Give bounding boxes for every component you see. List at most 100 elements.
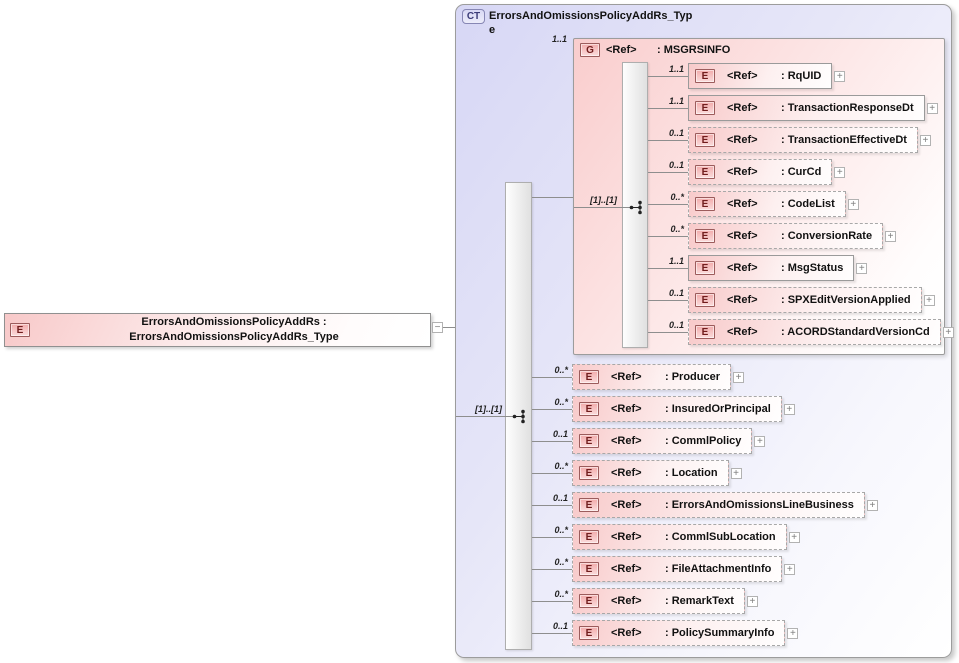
cardinality-label: 0..1: [552, 493, 568, 503]
element-box-commlsublocation[interactable]: E <Ref>: CommlSubLocation: [572, 524, 787, 550]
group-cardinality-label: 1..1: [551, 34, 567, 44]
element-row: E <Ref>: SPXEditVersionApplied +: [688, 287, 935, 313]
element-name-label: : RqUID: [781, 70, 822, 82]
collapse-button[interactable]: −: [432, 322, 443, 333]
complex-type-icon: CT: [462, 9, 485, 24]
element-row: E <Ref>: TransactionEffectiveDt +: [688, 127, 931, 153]
expand-button[interactable]: +: [847, 198, 859, 210]
schema-diagram-canvas: CT ErrorsAndOmissionsPolicyAddRs_Type E …: [0, 0, 959, 663]
element-box-acordstandardversioncd[interactable]: E <Ref>: ACORDStandardVersionCd: [688, 319, 941, 345]
expand-button[interactable]: +: [923, 294, 935, 306]
element-icon: E: [695, 197, 715, 211]
element-box-transactioneffectivedt[interactable]: E <Ref>: TransactionEffectiveDt: [688, 127, 918, 153]
connector-line: [532, 569, 572, 570]
element-icon: E: [695, 261, 715, 275]
element-ref-label: <Ref>: [611, 499, 642, 511]
cardinality-label: 0..1: [668, 320, 684, 330]
cardinality-label: 0..*: [670, 224, 684, 234]
cardinality-label: 0..*: [554, 461, 568, 471]
element-box-rquid[interactable]: E <Ref> : RqUID: [688, 63, 833, 89]
element-icon: E: [695, 101, 715, 115]
connector-line: [532, 409, 572, 410]
element-row: E <Ref>: ACORDStandardVersionCd +: [688, 319, 954, 345]
expand-button[interactable]: +: [784, 563, 796, 575]
element-ref-label: <Ref>: [727, 262, 758, 274]
element-box-transactionresponsedt[interactable]: E <Ref>: TransactionResponseDt: [688, 95, 925, 121]
connector-line: [648, 268, 688, 269]
expand-button[interactable]: +: [919, 134, 931, 146]
cardinality-label: 0..*: [554, 365, 568, 375]
element-ref-label: <Ref>: [611, 435, 642, 447]
sequence-cardinality-label: [1]..[1]: [590, 195, 617, 205]
element-name-label: : ErrorsAndOmissionsLineBusiness: [665, 499, 854, 511]
expand-button[interactable]: +: [754, 435, 766, 447]
connector-line: [648, 172, 688, 173]
expand-button[interactable]: +: [885, 230, 897, 242]
expand-button[interactable]: +: [746, 595, 758, 607]
expand-button[interactable]: +: [942, 326, 954, 338]
cardinality-label: 0..*: [554, 557, 568, 567]
element-box-spxeditversionapplied[interactable]: E <Ref>: SPXEditVersionApplied: [688, 287, 922, 313]
element-row: E <Ref>: RemarkText +: [572, 588, 758, 614]
element-box-location[interactable]: E <Ref>: Location: [572, 460, 729, 486]
expand-button[interactable]: +: [926, 102, 938, 114]
element-name-label: : InsuredOrPrincipal: [665, 403, 771, 415]
connector-line: [532, 441, 572, 442]
element-icon: E: [579, 626, 599, 640]
element-icon: E: [579, 434, 599, 448]
element-name-label: : PolicySummaryInfo: [665, 627, 775, 639]
element-box-policysummaryinfo[interactable]: E <Ref> : PolicySummaryInfo: [572, 620, 786, 646]
element-name-label: : CommlPolicy: [665, 435, 742, 447]
expand-button[interactable]: +: [733, 371, 745, 383]
cardinality-label: 0..1: [668, 128, 684, 138]
expand-button[interactable]: +: [730, 467, 742, 479]
element-row: E <Ref>: TransactionResponseDt +: [688, 95, 938, 121]
connector-line: [648, 300, 688, 301]
connector-line: [532, 633, 572, 634]
element-row: E <Ref>: ConversionRate +: [688, 223, 897, 249]
expand-button[interactable]: +: [866, 499, 878, 511]
cardinality-label: 0..*: [554, 589, 568, 599]
element-box-remarktext[interactable]: E <Ref>: RemarkText: [572, 588, 745, 614]
element-icon: E: [579, 402, 599, 416]
connector-line: [648, 108, 688, 109]
element-ref-label: <Ref>: [727, 70, 758, 82]
element-row: E <Ref>: FileAttachmentInfo +: [572, 556, 796, 582]
element-box-producer[interactable]: E <Ref>: Producer: [572, 364, 732, 390]
group-ref-label: <Ref>: [606, 44, 637, 56]
expand-button[interactable]: +: [787, 627, 799, 639]
cardinality-label: 1..1: [668, 64, 684, 74]
element-row: E <Ref>: ErrorsAndOmissionsLineBusiness +: [572, 492, 878, 518]
element-ref-label: <Ref>: [611, 467, 642, 479]
element-icon: E: [579, 562, 599, 576]
element-box-commlpolicy[interactable]: E <Ref> : CommlPolicy: [572, 428, 753, 454]
element-name-label: : ACORDStandardVersionCd: [781, 326, 930, 338]
element-box-insuredorprincipal[interactable]: E <Ref>: InsuredOrPrincipal: [572, 396, 782, 422]
expand-button[interactable]: +: [834, 70, 846, 82]
root-element-label: ErrorsAndOmissionsPolicyAddRs : ErrorsAn…: [129, 316, 339, 343]
element-box-codelist[interactable]: E <Ref>: CodeList: [688, 191, 846, 217]
connector-line: [648, 332, 688, 333]
element-ref-label: <Ref>: [727, 198, 758, 210]
element-box-conversionrate[interactable]: E <Ref>: ConversionRate: [688, 223, 884, 249]
element-box-msgstatus[interactable]: E <Ref> : MsgStatus: [688, 255, 855, 281]
sequence-cardinality-label: [1]..[1]: [475, 404, 502, 414]
element-name-label: : FileAttachmentInfo: [665, 563, 772, 575]
element-ref-label: <Ref>: [611, 627, 642, 639]
expand-button[interactable]: +: [834, 166, 846, 178]
element-row: E <Ref>: CurCd +: [688, 159, 846, 185]
cardinality-label: 0..1: [552, 429, 568, 439]
element-icon: E: [695, 69, 715, 83]
group-name-label: : MSGRSINFO: [657, 44, 731, 56]
element-box-curcd[interactable]: E <Ref>: CurCd: [688, 159, 833, 185]
element-box-fileattachmentinfo[interactable]: E <Ref>: FileAttachmentInfo: [572, 556, 783, 582]
element-icon: E: [695, 165, 715, 179]
element-ref-label: <Ref>: [727, 230, 758, 242]
expand-button[interactable]: +: [788, 531, 800, 543]
element-name-label: : MsgStatus: [781, 262, 844, 274]
connector-line: [532, 537, 572, 538]
element-box-errorsandomissionslinebusiness[interactable]: E <Ref>: ErrorsAndOmissionsLineBusiness: [572, 492, 865, 518]
element-name-label: : CurCd: [781, 166, 822, 178]
expand-button[interactable]: +: [856, 262, 868, 274]
expand-button[interactable]: +: [783, 403, 795, 415]
